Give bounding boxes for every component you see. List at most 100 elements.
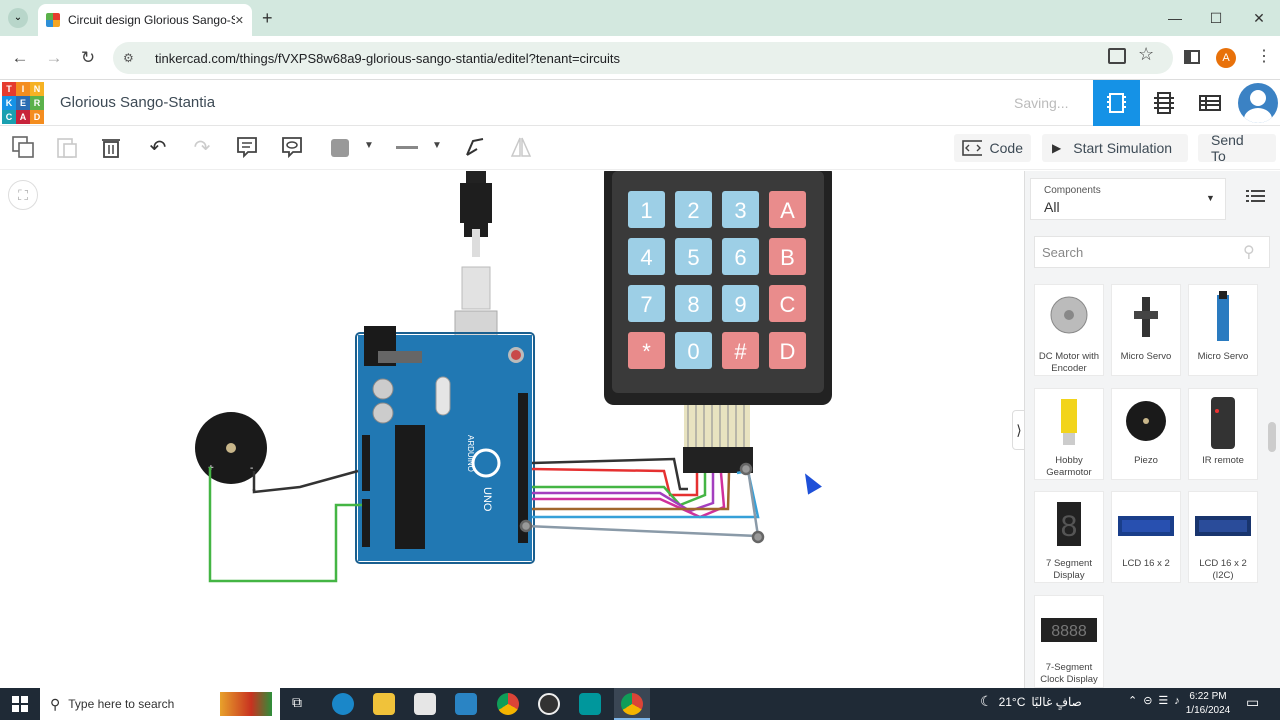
piezo-buzzer[interactable]: + - [195, 412, 267, 484]
keypad-key[interactable]: 1 [628, 191, 665, 228]
tinkercad-logo[interactable]: TINKERCAD [2, 82, 44, 124]
component-card[interactable]: 8 7 Segment Display [1034, 491, 1104, 583]
taskbar-search[interactable]: ⚲ Type here to search [40, 688, 280, 720]
taskbar-clock[interactable]: 6:22 PM 1/16/2024 [1178, 690, 1238, 718]
keypad-key[interactable]: 8 [675, 285, 712, 322]
undo-button[interactable]: ↶ [145, 134, 171, 160]
undo-icon: ↶ [149, 136, 167, 159]
design-title[interactable]: Glorious Sango-Stantia [60, 94, 215, 111]
chevron-down-icon: ▼ [432, 140, 442, 151]
profile-avatar[interactable]: A [1216, 48, 1236, 68]
keypad-key[interactable]: 6 [722, 238, 759, 275]
component-list-button[interactable] [1196, 90, 1224, 116]
component-card[interactable]: IR remote [1188, 388, 1258, 480]
user-avatar[interactable] [1238, 83, 1278, 123]
sidebar-scrollbar[interactable] [1268, 422, 1276, 452]
network-app-icon[interactable] [455, 693, 477, 715]
flip-button[interactable] [508, 134, 534, 160]
tab-search-icon[interactable]: ⌄ [8, 8, 28, 28]
edge-icon[interactable] [332, 693, 354, 715]
keypad-key[interactable]: 5 [675, 238, 712, 275]
chrome-icon[interactable] [497, 693, 519, 715]
keypad-key[interactable]: 9 [722, 285, 759, 322]
component-thumbnail-icon [1193, 289, 1253, 349]
maximize-icon[interactable]: ☐ [1203, 6, 1229, 30]
keypad-key[interactable]: 0 [675, 332, 712, 369]
keypad-key[interactable]: D [769, 332, 806, 369]
component-search-input[interactable]: Search ⚲ [1034, 236, 1270, 268]
side-panel-icon[interactable] [1184, 50, 1200, 64]
component-card[interactable]: Micro Servo [1111, 284, 1181, 376]
list-view-button[interactable] [1246, 188, 1266, 204]
start-simulation-button[interactable]: ▶ Start Simulation [1042, 134, 1188, 162]
close-tab-icon[interactable]: ✕ [235, 14, 244, 27]
file-explorer-icon[interactable] [373, 693, 395, 715]
keypad-key[interactable]: 7 [628, 285, 665, 322]
copy-button[interactable] [10, 134, 36, 160]
wire-black[interactable] [252, 469, 359, 494]
site-settings-icon[interactable]: ⚙ [123, 51, 141, 65]
component-card[interactable]: LCD 16 x 2 [1111, 491, 1181, 583]
task-view-icon[interactable]: ⧉ [292, 694, 302, 711]
delete-button[interactable] [98, 134, 124, 160]
redo-button[interactable]: ↷ [189, 134, 215, 160]
component-card[interactable]: Hobby Gearmotor [1034, 388, 1104, 480]
windows-start-button[interactable] [12, 696, 28, 717]
keypad-key[interactable]: B [769, 238, 806, 275]
code-button[interactable]: Code [954, 134, 1031, 162]
close-window-icon[interactable]: ✕ [1246, 6, 1272, 30]
minimize-icon[interactable]: — [1162, 6, 1188, 30]
wire-endpoint[interactable] [751, 530, 765, 544]
arduino-uno[interactable]: UNO ARDUINO [355, 326, 535, 564]
component-card[interactable]: 8888 7-Segment Clock Display [1034, 595, 1104, 688]
wire-endpoint[interactable] [519, 519, 533, 533]
wire-type-picker[interactable]: ▼ [388, 132, 446, 164]
keypad-key[interactable]: 3 [722, 191, 759, 228]
wire-brown[interactable] [532, 472, 731, 511]
rotate-button[interactable] [462, 134, 488, 160]
color-picker[interactable]: ▼ [322, 132, 378, 164]
url-field[interactable]: ⚙ tinkercad.com/things/fVXPS8w68a9-glori… [113, 42, 1173, 74]
keypad-key[interactable]: A [769, 191, 806, 228]
paste-button[interactable] [54, 134, 80, 160]
wire-red[interactable] [531, 467, 699, 497]
notes-button[interactable] [234, 134, 260, 160]
circuit-drawing: 1 2 3 A 4 5 6 B 7 8 9 C * 0 # D UNO ARDUINO + - [195, 171, 832, 583]
browser-menu-icon[interactable]: ⋮ [1256, 46, 1272, 66]
back-icon[interactable]: ← [8, 46, 32, 70]
schematic-view-button[interactable] [1150, 90, 1178, 116]
toggle-notes-button[interactable] [279, 134, 305, 160]
new-tab-icon[interactable]: + [262, 8, 273, 29]
component-card[interactable]: Micro Servo [1188, 284, 1258, 376]
reload-icon[interactable]: ↻ [76, 46, 100, 70]
logo-letter: N [30, 82, 44, 96]
store-icon[interactable] [414, 693, 436, 715]
wire-endpoint[interactable] [739, 462, 753, 476]
arduino-ide-icon[interactable] [579, 693, 601, 715]
keypad-key[interactable]: C [769, 285, 806, 322]
redo-icon: ↷ [193, 136, 211, 159]
component-card[interactable]: LCD 16 x 2 (I2C) [1188, 491, 1258, 583]
wire-purple[interactable] [532, 473, 715, 513]
keypad-key[interactable]: 4 [628, 238, 665, 275]
keypad-key[interactable]: # [722, 332, 759, 369]
wire-type-icon [396, 146, 418, 149]
component-card[interactable]: Piezo [1111, 388, 1181, 480]
active-chrome-window[interactable] [614, 688, 650, 720]
forward-icon[interactable]: → [42, 46, 66, 70]
bookmark-star-icon[interactable]: ☆ [1138, 44, 1154, 65]
component-card[interactable]: DC Motor with Encoder [1034, 284, 1104, 376]
keypad-key[interactable]: 2 [675, 191, 712, 228]
circuit-view-button[interactable] [1093, 80, 1140, 126]
wire-green[interactable] [208, 467, 362, 583]
keypad-key[interactable]: * [628, 332, 665, 369]
install-app-icon[interactable] [1108, 48, 1126, 64]
components-dropdown[interactable]: Components All ▼ [1030, 178, 1226, 220]
usb-cable[interactable] [454, 171, 498, 352]
notifications-icon[interactable]: ▭ [1246, 694, 1259, 711]
obs-icon[interactable] [538, 693, 560, 715]
weather-widget[interactable]: ☾ 21°C صافٍ غالبًا [980, 693, 1082, 710]
keypad-4x4[interactable]: 1 2 3 A 4 5 6 B 7 8 9 C * 0 # D [604, 171, 832, 473]
send-to-button[interactable]: Send To [1198, 132, 1276, 164]
browser-tab[interactable]: Circuit design Glorious Sango-Stan ✕ [38, 4, 252, 36]
